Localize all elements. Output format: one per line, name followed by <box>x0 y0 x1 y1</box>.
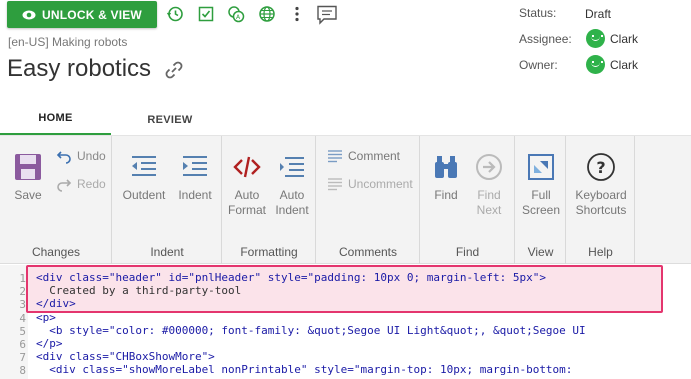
uncomment-button[interactable]: Uncomment <box>327 176 413 192</box>
full-screen-button[interactable]: Full Screen <box>520 152 562 218</box>
unlock-and-view-button[interactable]: UNLOCK & VIEW <box>7 1 157 28</box>
binoculars-icon <box>435 156 457 178</box>
code-line: </div> <box>36 297 76 310</box>
outdent-button[interactable]: Outdent <box>118 152 170 203</box>
link-icon[interactable] <box>163 59 185 81</box>
comment-lines-icon <box>328 150 342 163</box>
group-label-view: View <box>527 245 554 259</box>
find-label: Find <box>434 188 458 202</box>
tab-review[interactable]: REVIEW <box>111 103 229 136</box>
eye-icon <box>22 10 36 19</box>
indent-icon <box>183 156 207 176</box>
auto-indent-label-1: Auto <box>279 188 305 202</box>
auto-format-label-1: Auto <box>234 188 260 202</box>
code-line: <p> <box>36 311 56 324</box>
code-line: <div class="CHBoxShowMore"> <box>36 350 215 363</box>
full-screen-icon <box>528 154 554 180</box>
line-number: 1 <box>19 272 26 285</box>
translate-icon[interactable]: A <box>226 4 246 24</box>
line-number: 8 <box>19 364 26 377</box>
save-button[interactable]: Save <box>10 152 46 203</box>
code-format-icon <box>233 156 261 178</box>
code-line: Created by a third-party-tool <box>36 284 242 297</box>
find-button[interactable]: Find <box>430 152 462 203</box>
checklist-icon[interactable] <box>196 4 216 24</box>
code-line: </p> <box>36 337 63 350</box>
save-label: Save <box>14 188 42 202</box>
auto-format-button[interactable]: Auto Format <box>226 152 268 218</box>
indent-label: Indent <box>178 188 212 202</box>
comment-button[interactable]: Comment <box>327 148 400 164</box>
code-editor[interactable]: 1 2 3 4 5 6 7 8 <div class="header" id="… <box>0 265 691 379</box>
keyboard-shortcuts-label-1: Keyboard <box>575 188 627 202</box>
assignee-label: Assignee: <box>519 32 572 46</box>
line-number: 2 <box>19 285 26 298</box>
help-circle-icon: ? <box>587 153 615 181</box>
code-line: <div class="header" id="pnlHeader" style… <box>36 271 546 284</box>
unlock-and-view-label: UNLOCK & VIEW <box>42 7 142 22</box>
line-number: 4 <box>19 312 26 325</box>
owner[interactable]: Clark <box>586 55 638 74</box>
group-label-indent: Indent <box>150 245 184 259</box>
group-label-formatting: Formatting <box>240 245 298 259</box>
history-icon[interactable] <box>165 4 185 24</box>
line-number: 5 <box>19 325 26 338</box>
globe-icon[interactable] <box>257 4 277 24</box>
uncomment-icon <box>328 178 342 191</box>
status-value: Draft <box>585 7 612 21</box>
auto-format-label-2: Format <box>227 203 266 217</box>
group-label-find: Find <box>455 245 480 259</box>
tab-home[interactable]: HOME <box>0 103 111 136</box>
find-next-button[interactable]: Find Next <box>472 152 506 218</box>
assignee[interactable]: Clark <box>586 29 638 48</box>
line-number: 7 <box>19 351 26 364</box>
assignee-name: Clark <box>610 31 639 46</box>
more-vert-icon[interactable] <box>287 4 307 24</box>
avatar <box>586 29 605 48</box>
owner-name: Clark <box>610 57 639 72</box>
find-next-label-1: Find <box>477 188 501 202</box>
undo-label: Undo <box>77 149 106 163</box>
auto-indent-label-2: Indent <box>275 203 309 217</box>
auto-indent-button[interactable]: Auto Indent <box>272 152 312 218</box>
line-number: 3 <box>19 298 26 311</box>
comment-label: Comment <box>348 149 401 163</box>
comment-icon[interactable] <box>315 3 339 27</box>
group-label-changes: Changes <box>31 245 81 259</box>
save-icon <box>15 154 41 180</box>
uncomment-label: Uncomment <box>348 177 413 191</box>
arrow-right-circle-icon <box>476 154 502 180</box>
undo-icon <box>56 151 71 164</box>
line-number: 6 <box>19 338 26 351</box>
code-line: <b style="color: #000000; font-family: &… <box>36 324 586 337</box>
outdent-icon <box>132 156 156 176</box>
redo-icon <box>57 179 72 192</box>
redo-button[interactable]: Redo <box>56 176 106 192</box>
full-screen-label-2: Screen <box>521 203 561 217</box>
undo-button[interactable]: Undo <box>56 148 106 164</box>
redo-label: Redo <box>77 177 106 191</box>
full-screen-label-1: Full <box>531 188 551 202</box>
code-line: <div class="showMoreLabel nonPrintable" … <box>36 363 573 376</box>
page-title: Easy robotics <box>7 55 152 82</box>
status-label: Status: <box>519 6 557 20</box>
group-label-comments: Comments <box>338 245 397 259</box>
group-label-help: Help <box>588 245 613 259</box>
document-locale-path: [en-US] Making robots <box>8 35 128 49</box>
outdent-label: Outdent <box>122 188 166 202</box>
keyboard-shortcuts-button[interactable]: ? Keyboard Shortcuts <box>572 152 630 218</box>
find-next-label-2: Next <box>476 203 502 217</box>
indent-button[interactable]: Indent <box>175 152 215 203</box>
owner-label: Owner: <box>519 58 558 72</box>
svg-text:?: ? <box>596 158 605 177</box>
avatar <box>586 55 605 74</box>
auto-indent-icon <box>280 157 304 177</box>
keyboard-shortcuts-label-2: Shortcuts <box>575 203 627 217</box>
